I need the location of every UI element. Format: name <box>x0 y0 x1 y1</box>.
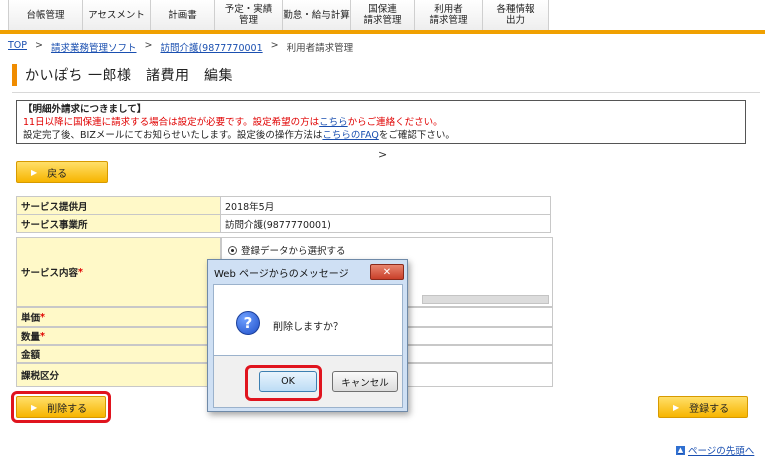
back-button-label: 戻る <box>47 168 68 180</box>
breadcrumb-separator: > <box>144 40 153 51</box>
arrow-right-icon: ▶ <box>31 402 38 412</box>
page-top-label: ページの先頭へ <box>688 446 755 457</box>
service-month-label: サービス提供月 <box>16 196 221 215</box>
quantity-label-text: 数量 <box>21 332 41 343</box>
tax-category-label-text: 課税区分 <box>21 371 60 382</box>
chevron-right-icon: > <box>378 148 388 161</box>
required-mark: * <box>40 330 45 342</box>
dialog-body: ? 削除しますか？ <box>213 284 403 356</box>
nav-tab-4[interactable]: 勤怠・給与計算 <box>283 0 351 30</box>
service-month-value: 2018年5月 <box>220 196 551 215</box>
dialog-title: Web ページからのメッセージ <box>214 269 349 280</box>
arrow-right-icon: ▶ <box>31 167 38 177</box>
notice-line-2-tail: をご確認下さい。 <box>378 130 455 141</box>
amount-label: 金額 <box>16 345 221 363</box>
required-mark: * <box>40 311 45 323</box>
arrow-right-icon: ▶ <box>673 402 680 412</box>
breadcrumb-separator: > <box>35 40 43 51</box>
dialog-message: 削除しますか？ <box>273 322 343 333</box>
breadcrumb-top-link[interactable]: TOP <box>8 40 27 54</box>
notice-heading: 【明細外請求につきまして】 <box>23 104 147 115</box>
service-office-label: サービス事業所 <box>16 214 221 233</box>
nav-tab-3[interactable]: 予定・実績 管理 <box>215 0 283 30</box>
notice-line-2: 設定完了後、BIZメールにてお知らせいたします。設定後の操作方法はこちらのFAQ… <box>23 129 739 142</box>
notice-line-1-text: 11日以降に国保連に請求する場合は設定が必要です。設定希望の方は <box>23 117 320 128</box>
breadcrumb-current: 利用者請求管理 <box>286 43 354 54</box>
notice-faq-link[interactable]: こちらのFAQ <box>322 130 378 141</box>
quantity-label: 数量 * <box>16 327 221 345</box>
title-accent-bar <box>12 64 17 86</box>
breadcrumb-soft-link[interactable]: 請求業務管理ソフト <box>51 40 137 54</box>
service-select-field[interactable] <box>422 295 549 304</box>
price-label: 単価 * <box>16 307 221 327</box>
breadcrumb-office-link[interactable]: 訪問介護(9877770001 <box>160 40 262 54</box>
question-icon: ? <box>236 311 260 335</box>
radio-select-registered[interactable]: 登録データから選択する <box>228 243 346 257</box>
table-row: サービス事業所 訪問介護(9877770001) <box>16 214 551 233</box>
title-divider <box>12 92 760 93</box>
radio-select-registered-label: 登録データから選択する <box>241 246 346 257</box>
register-button[interactable]: ▶ 登録する <box>658 396 748 418</box>
nav-tab-0[interactable]: 台帳管理 <box>8 0 83 30</box>
delete-button-label: 削除する <box>47 403 88 415</box>
tax-category-label: 課税区分 <box>16 363 221 387</box>
close-icon[interactable]: ✕ <box>370 264 404 280</box>
table-row: サービス提供月 2018年5月 <box>16 196 551 215</box>
notice-line-1-tail: からご連絡ください。 <box>347 117 443 128</box>
nav-tab-6[interactable]: 利用者 請求管理 <box>415 0 483 30</box>
nav-tab-5[interactable]: 国保連 請求管理 <box>351 0 415 30</box>
nav-tab-1[interactable]: アセスメント <box>83 0 151 30</box>
arrow-up-icon: ▲ <box>676 445 685 455</box>
page-title-area: かいぽち 一郎様 諸費用 編集 <box>12 61 233 89</box>
cancel-button[interactable]: キャンセル <box>332 371 398 392</box>
register-button-label: 登録する <box>689 403 730 415</box>
required-mark: * <box>78 266 83 278</box>
service-content-label: サービス内容 * <box>16 237 221 307</box>
service-office-value: 訪問介護(9877770001) <box>220 214 551 233</box>
info-table: サービス提供月 2018年5月 サービス事業所 訪問介護(9877770001) <box>16 196 551 233</box>
page-title: かいぽち 一郎様 諸費用 編集 <box>25 68 233 84</box>
breadcrumb: TOP > 請求業務管理ソフト > 訪問介護(9877770001 > 利用者請… <box>8 40 353 54</box>
page-top-link[interactable]: ▲ ページの先頭へ <box>676 443 754 457</box>
delete-button[interactable]: ▶ 削除する <box>16 396 106 418</box>
top-navigation: 台帳管理 アセスメント 計画書 予定・実績 管理 勤怠・給与計算 国保連 請求管理 利用者 … <box>0 0 765 34</box>
ok-button-highlight <box>245 365 322 401</box>
service-content-label-text: サービス内容 <box>21 268 79 279</box>
back-button[interactable]: ▶ 戻る <box>16 161 108 183</box>
notice-contact-link[interactable]: こちら <box>319 117 348 128</box>
nav-tab-7[interactable]: 各種情報 出力 <box>483 0 549 30</box>
breadcrumb-separator: > <box>270 40 279 51</box>
nav-tab-2[interactable]: 計画書 <box>151 0 215 30</box>
notice-box: 【明細外請求につきまして】 11日以降に国保連に請求する場合は設定が必要です。設… <box>16 100 746 144</box>
radio-button-icon <box>228 246 237 255</box>
amount-label-text: 金額 <box>21 350 41 361</box>
price-label-text: 単価 <box>21 313 41 324</box>
notice-line-2-text: 設定完了後、BIZメールにてお知らせいたします。設定後の操作方法は <box>23 130 323 141</box>
notice-line-1: 11日以降に国保連に請求する場合は設定が必要です。設定希望の方はこちらからご連絡… <box>23 116 739 129</box>
